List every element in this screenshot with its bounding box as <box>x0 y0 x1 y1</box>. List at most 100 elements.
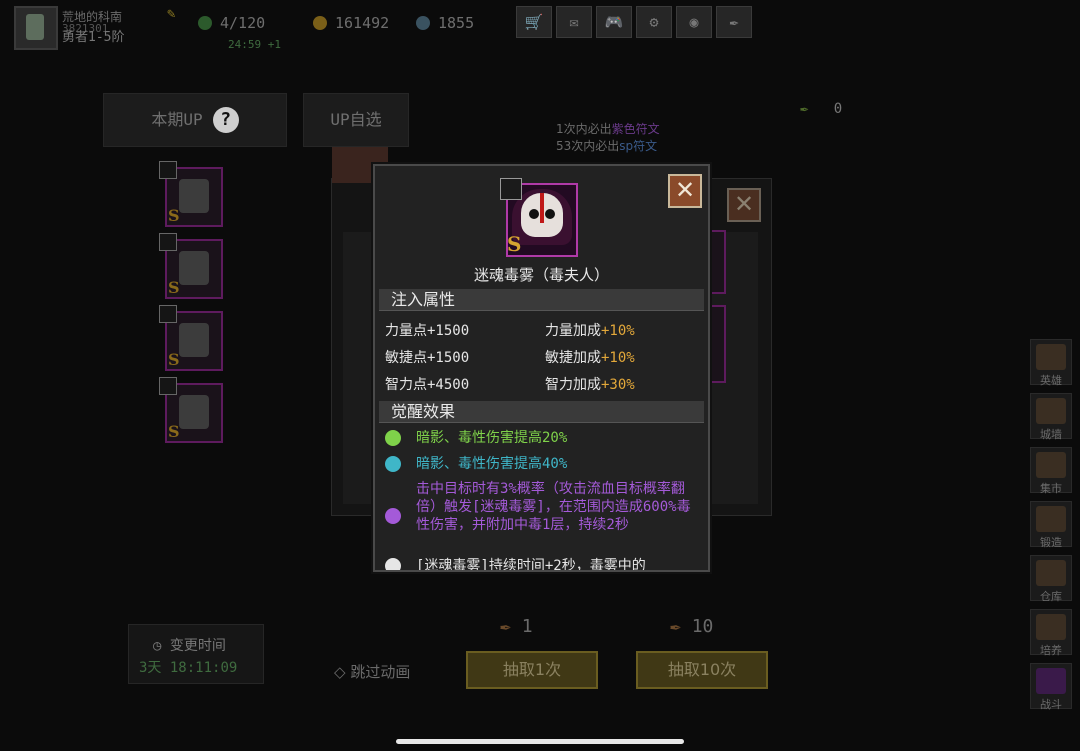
energy-stat: 4/120 <box>198 14 265 32</box>
attr-row-1-right: 力量加成+10% <box>545 320 635 340</box>
player-avatar[interactable] <box>14 6 58 50</box>
effect-3-text: 击中目标时有3%概率（攻击流血目标概率翻倍）触发[迷魂毒雾]，在范围内造成600… <box>416 481 691 533</box>
attr-value: +1500 <box>427 323 470 339</box>
change-time-days: 3天 <box>139 660 162 676</box>
change-time-label: 变更时间 <box>169 638 226 654</box>
attr-value: +4500 <box>427 377 470 393</box>
behind-close-button[interactable]: ✕ <box>727 188 761 222</box>
mail-button[interactable]: ✉ <box>556 6 592 38</box>
clock-icon: ◷ <box>153 638 162 654</box>
guarantee-line-2-highlight: sp符文 <box>619 139 658 153</box>
nav-forge[interactable]: 锻造 <box>1030 501 1072 549</box>
help-icon[interactable]: ? <box>212 107 239 133</box>
close-icon: ✕ <box>674 176 696 204</box>
currency-counter: ✒ 0 <box>800 101 910 123</box>
hero-icon <box>1036 344 1066 370</box>
feather-icon: ✒ <box>729 13 739 31</box>
effect-1-text: 暗影、毒性伤害提高20% <box>416 430 568 446</box>
color-wheel-icon: ◉ <box>689 13 699 31</box>
attr-value: +30% <box>601 377 635 393</box>
rune-slot-4[interactable]: S <box>159 377 223 443</box>
effect-dot-cyan-icon <box>385 456 401 472</box>
rune-slot-3[interactable]: S <box>159 305 223 371</box>
nav-train[interactable]: 培养 <box>1030 609 1072 657</box>
shop-cart-button[interactable]: 🛒 <box>516 6 552 38</box>
modal-close-button[interactable]: ✕ <box>668 174 702 208</box>
nav-warehouse-label: 仓库 <box>1040 590 1062 603</box>
tab-up-select[interactable]: UP自选 <box>303 93 409 147</box>
rune-type-icon <box>500 178 522 200</box>
helmet-icon <box>179 179 209 213</box>
edit-name-icon[interactable]: ✎ <box>167 6 181 22</box>
slot-rank-letter: S <box>168 278 180 297</box>
rune-slot-2[interactable]: S <box>159 233 223 299</box>
skip-animation-toggle[interactable]: ◇ 跳过动画 <box>334 661 410 682</box>
nav-hero[interactable]: 英雄 <box>1030 339 1072 387</box>
checkbox-diamond-icon: ◇ <box>334 663 346 681</box>
draw-10-cost-value: 10 <box>691 616 714 637</box>
change-time-box: ◷ 变更时间 3天 18:11:09 <box>128 624 264 684</box>
nav-forge-label: 锻造 <box>1040 536 1062 549</box>
slot-rank-letter: S <box>168 422 180 441</box>
quill-icon: ✒ <box>670 616 681 637</box>
slot-tag-icon <box>159 161 177 179</box>
color-wheel-button[interactable]: ◉ <box>676 6 712 38</box>
gem-icon <box>416 16 430 30</box>
rune-slot-1[interactable]: S <box>159 161 223 227</box>
portal-icon <box>1036 668 1066 694</box>
draw-1-cost: ✒ 1 <box>500 616 533 637</box>
guarantee-line-2-prefix: 53次内必出 <box>556 139 620 153</box>
attr-name: 智力加成 <box>545 377 601 393</box>
draw-10-cost: ✒ 10 <box>670 616 713 637</box>
quill-icon: ✒ <box>500 616 511 637</box>
nav-train-label: 培养 <box>1040 644 1062 657</box>
section-inject-attrs: 注入属性 <box>379 289 704 311</box>
nav-battle[interactable]: 战斗 <box>1030 663 1072 711</box>
attr-name: 敏捷点 <box>385 350 427 366</box>
gamepad-icon: 🎮 <box>604 13 624 31</box>
cart-icon: 🛒 <box>524 13 544 31</box>
currency-count: 0 <box>833 101 843 117</box>
draw-1-cost-value: 1 <box>521 616 533 637</box>
gem-value: 1855 <box>438 14 475 32</box>
effect-3: 击中目标时有3%概率（攻击流血目标概率翻倍）触发[迷魂毒雾]，在范围内造成600… <box>385 480 697 556</box>
draw-10-label: 抽取10次 <box>667 660 737 679</box>
rune-detail-modal: ✕ S 迷魂毒雾（毒夫人） 注入属性 力量点+1500 力量加成+10% 敏捷点… <box>373 164 710 572</box>
attr-row-1-left: 力量点+1500 <box>385 320 469 340</box>
change-time-clock: 18:11:09 <box>169 660 238 676</box>
effect-2-text: 暗影、毒性伤害提高40% <box>416 456 568 472</box>
close-icon: ✕ <box>733 190 755 218</box>
tab-current-up[interactable]: 本期UP? <box>103 93 287 147</box>
effect-2: 暗影、毒性伤害提高40% <box>385 455 697 475</box>
tab-current-up-label: 本期UP <box>151 110 203 129</box>
effect-dot-white-icon <box>385 558 401 570</box>
energy-icon <box>198 16 212 30</box>
draw-1-label: 抽取1次 <box>502 660 562 679</box>
feather-button[interactable]: ✒ <box>716 6 752 38</box>
quill-icon: ✒ <box>800 101 809 117</box>
attr-name: 敏捷加成 <box>545 350 601 366</box>
attr-value: +10% <box>601 350 635 366</box>
wall-icon <box>1036 398 1066 424</box>
tab-up-select-label: UP自选 <box>330 110 382 129</box>
nav-wall[interactable]: 城墙 <box>1030 393 1072 441</box>
draw-1-button[interactable]: 抽取1次 <box>466 651 598 689</box>
effect-1: 暗影、毒性伤害提高20% <box>385 429 697 449</box>
gem-stat: 1855 <box>416 14 474 32</box>
settings-button[interactable]: ⚙ <box>636 6 672 38</box>
gold-stat: 161492 <box>313 14 389 32</box>
nav-battle-label: 战斗 <box>1040 698 1062 711</box>
rune-name: 迷魂毒雾（毒夫人） <box>473 266 609 284</box>
player-rank: 勇者1-5阶 <box>62 30 125 45</box>
gamepad-button[interactable]: 🎮 <box>596 6 632 38</box>
market-icon <box>1036 452 1066 478</box>
mail-icon: ✉ <box>569 13 579 31</box>
guarantee-line-1-prefix: 1次内必出 <box>556 122 612 136</box>
home-indicator[interactable] <box>396 739 684 744</box>
effect-4-text: [迷魂毒雾]持续时间+2秒，毒雾中的 <box>416 558 646 572</box>
effect-dot-green-icon <box>385 430 401 446</box>
draw-10-button[interactable]: 抽取10次 <box>636 651 768 689</box>
nav-warehouse[interactable]: 仓库 <box>1030 555 1072 603</box>
nav-market[interactable]: 集市 <box>1030 447 1072 495</box>
energy-value: 4/120 <box>220 14 266 32</box>
